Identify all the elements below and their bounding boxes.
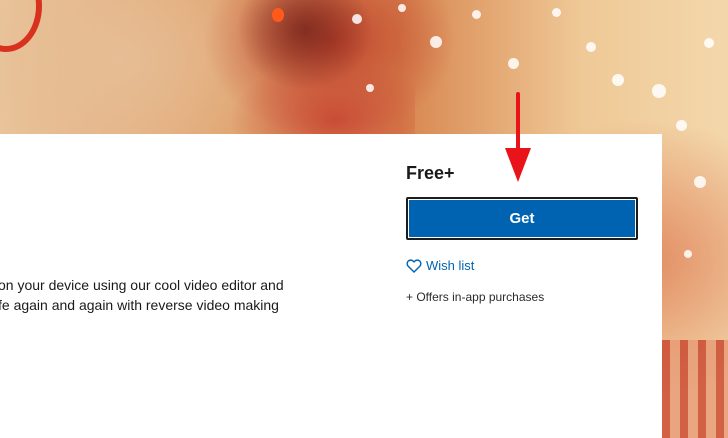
bokeh-light (366, 84, 374, 92)
bokeh-light (398, 4, 406, 12)
decorative-arc (0, 0, 42, 52)
bokeh-light (352, 14, 362, 24)
decorative-stripes (662, 340, 728, 438)
price-label: Free+ (406, 163, 455, 183)
bokeh-light (430, 36, 442, 48)
bokeh-light (586, 42, 596, 52)
wishlist-link[interactable]: Wish list (406, 258, 474, 273)
bokeh-light (694, 176, 706, 188)
bokeh-light (704, 38, 714, 48)
wishlist-label: Wish list (426, 258, 475, 273)
bokeh-light (676, 120, 687, 131)
bokeh-light (552, 8, 561, 17)
bokeh-light (508, 58, 519, 69)
app-description: on your device using our cool video edit… (0, 275, 330, 315)
bokeh-light (684, 250, 692, 258)
red-arrow-down-icon (505, 92, 531, 182)
bokeh-light (612, 74, 624, 86)
bokeh-light (652, 84, 666, 98)
decorative-dot (272, 8, 284, 22)
bokeh-light (472, 10, 481, 19)
in-app-purchases-note: + Offers in-app purchases (406, 290, 545, 304)
description-line: on your device using our cool video edit… (0, 277, 284, 293)
heart-outline-icon (406, 258, 422, 273)
hero-person-silhouette (215, 0, 415, 135)
get-button[interactable]: Get (406, 197, 638, 240)
description-line: fe again and again with reverse video ma… (0, 297, 279, 313)
